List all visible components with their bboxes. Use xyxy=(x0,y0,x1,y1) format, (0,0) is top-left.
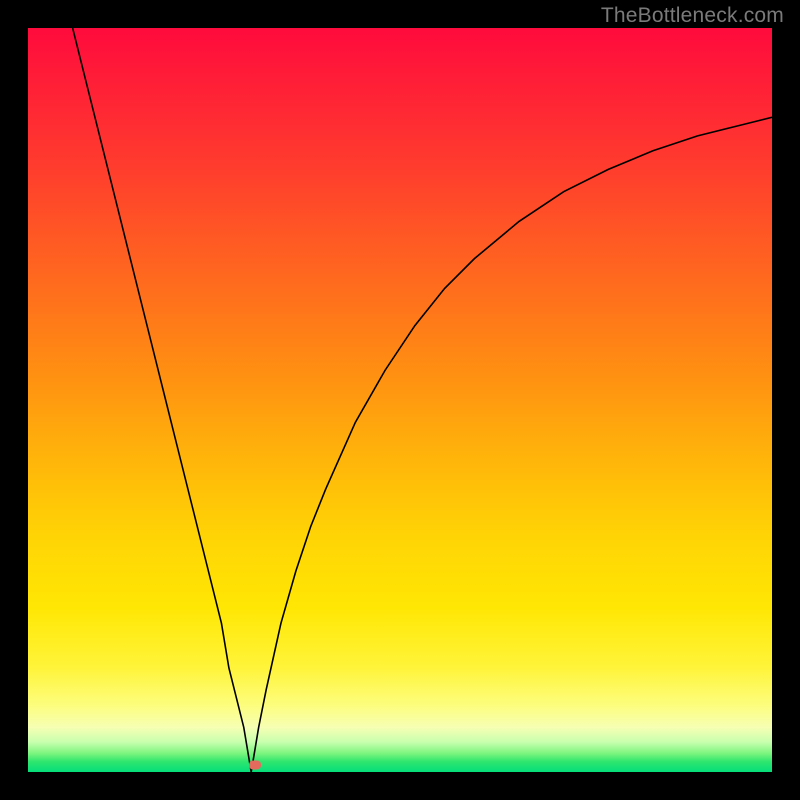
chart-frame: TheBottleneck.com xyxy=(0,0,800,800)
curve-right-branch xyxy=(251,117,772,772)
curve-left-branch xyxy=(73,28,252,772)
watermark-text: TheBottleneck.com xyxy=(601,4,784,28)
curve-svg xyxy=(28,28,772,772)
plot-area xyxy=(28,28,772,772)
minimum-marker xyxy=(249,760,261,769)
